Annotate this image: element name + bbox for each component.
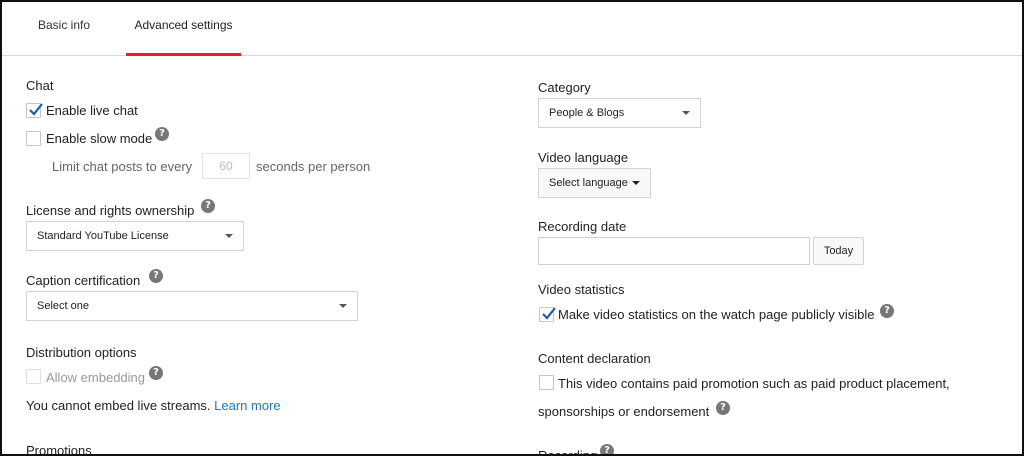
caption-section-title: Caption certification	[26, 273, 141, 288]
caption-select[interactable]: Select one	[26, 291, 358, 321]
chat-section-title: Chat	[26, 78, 54, 93]
category-select-value: People & Blogs	[549, 107, 625, 119]
limit-chat-seconds-input[interactable]: 60	[202, 153, 250, 179]
caption-select-value: Select one	[37, 300, 89, 312]
promotions-section-title: Promotions	[26, 443, 92, 456]
embed-note: You cannot embed live streams. Learn mor…	[26, 398, 281, 413]
paid-promotion-label-line2: sponsorships or endorsement	[538, 404, 710, 419]
chevron-down-icon	[339, 304, 347, 308]
enable-live-chat-label: Enable live chat	[46, 103, 138, 118]
tab-bar: Basic info Advanced settings	[2, 2, 1022, 56]
video-statistics-label: Make video statistics on the watch page …	[558, 307, 875, 322]
video-language-select-value: Select language	[549, 177, 628, 189]
category-section-title: Category	[538, 80, 591, 95]
recording-date-section-title: Recording date	[538, 219, 627, 234]
slow-mode-help-icon[interactable]: ?	[155, 127, 169, 141]
limit-chat-suffix: seconds per person	[256, 159, 371, 174]
embed-note-text: You cannot embed live streams.	[26, 398, 211, 413]
content-declaration-help-icon[interactable]: ?	[716, 401, 730, 415]
enable-slow-mode-checkbox[interactable]	[26, 131, 41, 146]
video-statistics-help-icon[interactable]: ?	[880, 304, 894, 318]
paid-promotion-label-line1: This video contains paid promotion such …	[558, 376, 950, 391]
category-select[interactable]: People & Blogs	[538, 98, 701, 128]
chevron-down-icon	[632, 181, 640, 185]
settings-panel: Basic info Advanced settings Chat Enable…	[0, 0, 1024, 456]
enable-slow-mode-label: Enable slow mode	[46, 131, 153, 146]
chevron-down-icon	[225, 234, 233, 238]
recording-date-input[interactable]	[538, 237, 810, 265]
license-section-title: License and rights ownership	[26, 203, 195, 218]
limit-chat-prefix: Limit chat posts to every	[52, 159, 193, 174]
license-select-value: Standard YouTube License	[37, 230, 169, 242]
embedding-help-icon[interactable]: ?	[149, 366, 163, 380]
distribution-section-title: Distribution options	[26, 345, 137, 360]
recording-section-title: Recording	[538, 448, 598, 456]
chevron-down-icon	[682, 111, 690, 115]
video-language-section-title: Video language	[538, 150, 629, 165]
enable-live-chat-checkbox[interactable]	[26, 103, 43, 118]
tab-basic-info[interactable]: Basic info	[38, 2, 90, 56]
checkmark-icon	[542, 307, 556, 320]
video-statistics-checkbox[interactable]	[539, 307, 556, 322]
license-help-icon[interactable]: ?	[201, 199, 215, 213]
allow-embedding-label: Allow embedding	[46, 370, 146, 385]
recording-help-icon[interactable]: ?	[600, 444, 614, 454]
video-statistics-section-title: Video statistics	[538, 282, 625, 297]
today-button[interactable]: Today	[813, 237, 864, 265]
tab-advanced-settings[interactable]: Advanced settings	[126, 2, 241, 56]
video-language-select[interactable]: Select language	[538, 168, 651, 198]
caption-help-icon[interactable]: ?	[149, 269, 163, 283]
checkmark-icon	[29, 103, 43, 116]
license-select[interactable]: Standard YouTube License	[26, 221, 244, 251]
learn-more-link[interactable]: Learn more	[214, 398, 280, 413]
allow-embedding-checkbox[interactable]	[26, 369, 41, 384]
content-declaration-section-title: Content declaration	[538, 351, 651, 366]
paid-promotion-checkbox[interactable]	[539, 375, 554, 390]
